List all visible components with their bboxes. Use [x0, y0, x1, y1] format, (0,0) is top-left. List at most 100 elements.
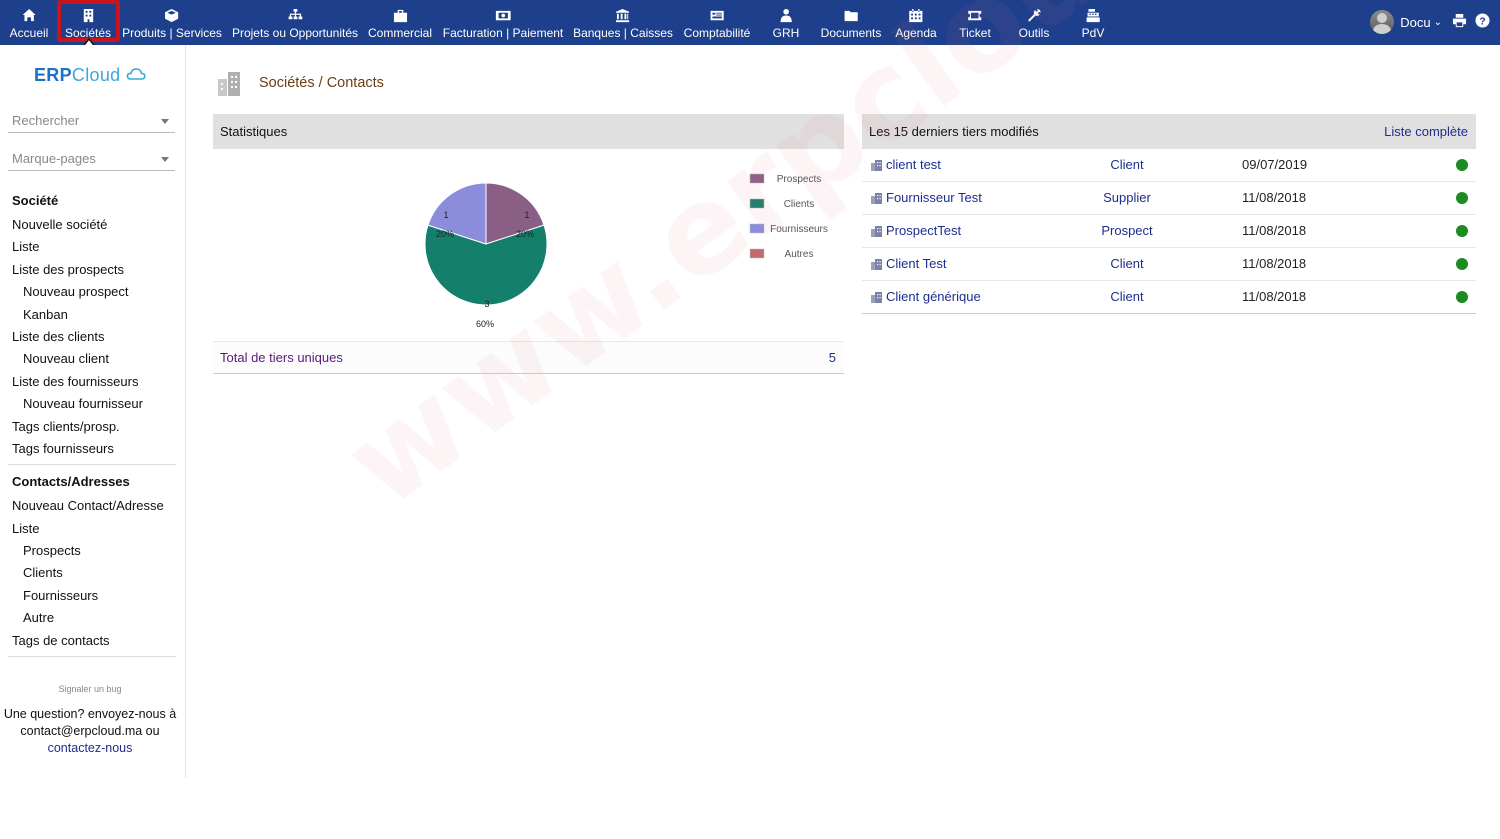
- pie-value-label: 1: [524, 210, 529, 220]
- sidebar-item-clients[interactable]: Clients: [0, 562, 186, 584]
- company-icon: [871, 258, 882, 270]
- statistics-header: Statistiques: [213, 114, 844, 149]
- legend-label-autres: Autres: [785, 249, 814, 260]
- sidebar-item-nouveau-fournisseur[interactable]: Nouveau fournisseur: [0, 393, 186, 415]
- bookmarks-select[interactable]: Marque-pages: [8, 147, 175, 171]
- thirdparty-link[interactable]: Client Test: [870, 248, 946, 280]
- table-row: Client Test Client 11/08/2018: [862, 248, 1476, 281]
- pie-percent-label: 20%: [516, 229, 534, 239]
- wrench-icon: [1027, 8, 1042, 23]
- legend-swatch-autres: [749, 248, 765, 259]
- legend-swatch-prospects: [749, 173, 765, 184]
- sidebar: ERPCloud Rechercher Marque-pages Société…: [0, 45, 186, 778]
- status-indicator: [1456, 291, 1468, 303]
- buildings-icon: [218, 72, 240, 96]
- thirdparty-link[interactable]: Client générique: [870, 281, 981, 313]
- company-icon: [871, 225, 882, 237]
- thirdparty-link[interactable]: client test: [870, 149, 941, 181]
- pie-chart-svg: 1 20% 3 60% 1 20% Prospects Clients Fournisseurs…: [424, 173, 828, 329]
- company-icon: [871, 159, 882, 171]
- legend-label-fournisseurs: Fournisseurs: [770, 224, 828, 235]
- sidebar-item-nouveau-contact-adresse[interactable]: Nouveau Contact/Adresse: [0, 495, 186, 517]
- nav-item-ticket[interactable]: Ticket: [959, 0, 991, 45]
- pie-value-label: 1: [443, 210, 448, 220]
- recent-header: Les 15 derniers tiers modifiés Liste com…: [862, 114, 1476, 149]
- nav-item-documents[interactable]: Documents: [820, 0, 882, 45]
- help-icon[interactable]: ?: [1475, 13, 1490, 28]
- nav-item-outils[interactable]: Outils: [1019, 0, 1049, 45]
- building-icon: [81, 8, 96, 23]
- thirdparty-type: Client: [1110, 157, 1144, 172]
- folder-icon: [843, 8, 858, 23]
- thirdparty-link[interactable]: Fournisseur Test: [870, 182, 982, 214]
- cube-icon: [164, 8, 179, 23]
- sidebar-item-tags-fournisseurs[interactable]: Tags fournisseurs: [0, 438, 186, 460]
- table-row: ProspectTest Prospect 11/08/2018: [862, 215, 1476, 248]
- sidebar-item-tags-clients-prosp-[interactable]: Tags clients/prosp.: [0, 416, 186, 438]
- pie-value-label: 3: [484, 299, 489, 309]
- search-select[interactable]: Rechercher: [8, 109, 175, 133]
- sidebar-item-liste-des-fournisseurs[interactable]: Liste des fournisseurs: [0, 371, 186, 393]
- page-header: Sociétés / Contacts: [215, 68, 384, 98]
- nav-item-banques-caisses[interactable]: Banques | Caisses: [573, 0, 673, 45]
- legend-label-prospects: Prospects: [777, 174, 821, 185]
- report-bug-link[interactable]: Signaler un bug: [0, 684, 180, 694]
- cash-register-icon: [1086, 8, 1101, 23]
- ledger-icon: [709, 8, 724, 23]
- nav-item-label: PdV: [1081, 26, 1105, 40]
- nav-item-facturation-paiement[interactable]: Facturation | Paiement: [442, 0, 564, 45]
- help-text: Une question? envoyez-nous à contact@erp…: [3, 707, 177, 755]
- logo[interactable]: ERPCloud: [34, 65, 146, 86]
- section-title-societe[interactable]: Société: [0, 188, 186, 214]
- status-indicator: [1456, 159, 1468, 171]
- sidebar-item-liste-des-clients[interactable]: Liste des clients: [0, 326, 186, 348]
- thirdparty-type: Prospect: [1101, 223, 1153, 238]
- thirdparty-type: Client: [1110, 256, 1144, 271]
- thirdparty-link[interactable]: ProspectTest: [870, 215, 961, 247]
- user-menu[interactable]: Docu ⌄: [1370, 8, 1442, 36]
- print-icon[interactable]: [1452, 13, 1467, 28]
- contact-link[interactable]: contactez-nous: [48, 741, 133, 755]
- sidebar-item-tags-de-contacts[interactable]: Tags de contacts: [0, 630, 186, 652]
- avatar: [1370, 10, 1395, 34]
- top-navigation-bar: Accueil Sociétés Produits | Services Projet…: [0, 0, 1500, 66]
- sidebar-item-nouveau-prospect[interactable]: Nouveau prospect: [0, 281, 186, 303]
- sidebar-item-kanban[interactable]: Kanban: [0, 304, 186, 326]
- nav-item-label: Produits | Services: [122, 26, 222, 40]
- section-title-contacts[interactable]: Contacts/Adresses: [0, 469, 186, 495]
- company-icon: [871, 192, 882, 204]
- nav-item-comptabilit-[interactable]: Comptabilité: [684, 0, 750, 45]
- total-label: Total de tiers uniques: [220, 350, 343, 365]
- sidebar-item-nouvelle-soci-t-[interactable]: Nouvelle société: [0, 214, 186, 236]
- nav-item-accueil[interactable]: Accueil: [10, 0, 48, 45]
- nav-item-label: Agenda: [895, 26, 937, 40]
- table-row: Fournisseur Test Supplier 11/08/2018: [862, 182, 1476, 215]
- nav-item-label: Ticket: [959, 26, 991, 40]
- modified-date: 09/07/2019: [1242, 157, 1308, 172]
- nav-item-grh[interactable]: GRH: [773, 0, 799, 45]
- nav-item-pdv[interactable]: PdV: [1081, 0, 1105, 45]
- total-value[interactable]: 5: [829, 342, 836, 374]
- nav-item-soci-t-s[interactable]: Sociétés: [65, 0, 111, 45]
- sidebar-item-liste[interactable]: Liste: [0, 236, 186, 258]
- nav-item-label: Documents: [820, 26, 882, 40]
- sidebar-item-nouveau-client[interactable]: Nouveau client: [0, 348, 186, 370]
- statistics-panel: Statistiques 1 20% 3 60% 1 20% Prospects Client…: [213, 114, 844, 374]
- full-list-link[interactable]: Liste complète: [1384, 114, 1468, 149]
- nav-item-projets-ou-opportunit-s[interactable]: Projets ou Opportunités: [232, 0, 358, 45]
- status-indicator: [1456, 258, 1468, 270]
- sidebar-item-autre[interactable]: Autre: [0, 607, 186, 629]
- nav-item-label: Facturation | Paiement: [442, 26, 564, 40]
- sidebar-item-prospects[interactable]: Prospects: [0, 540, 186, 562]
- sidebar-item-liste-des-prospects[interactable]: Liste des prospects: [0, 259, 186, 281]
- total-row: Total de tiers uniques 5: [213, 341, 844, 374]
- nav-item-commercial[interactable]: Commercial: [368, 0, 432, 45]
- nav-item-agenda[interactable]: Agenda: [895, 0, 937, 45]
- nav-item-produits-services[interactable]: Produits | Services: [122, 0, 222, 45]
- user-tie-icon: [778, 8, 793, 23]
- sidebar-item-liste[interactable]: Liste: [0, 518, 186, 540]
- pie-percent-label: 60%: [476, 319, 494, 329]
- sidebar-item-fournisseurs[interactable]: Fournisseurs: [0, 585, 186, 607]
- modified-date: 11/08/2018: [1242, 289, 1307, 304]
- status-indicator: [1456, 225, 1468, 237]
